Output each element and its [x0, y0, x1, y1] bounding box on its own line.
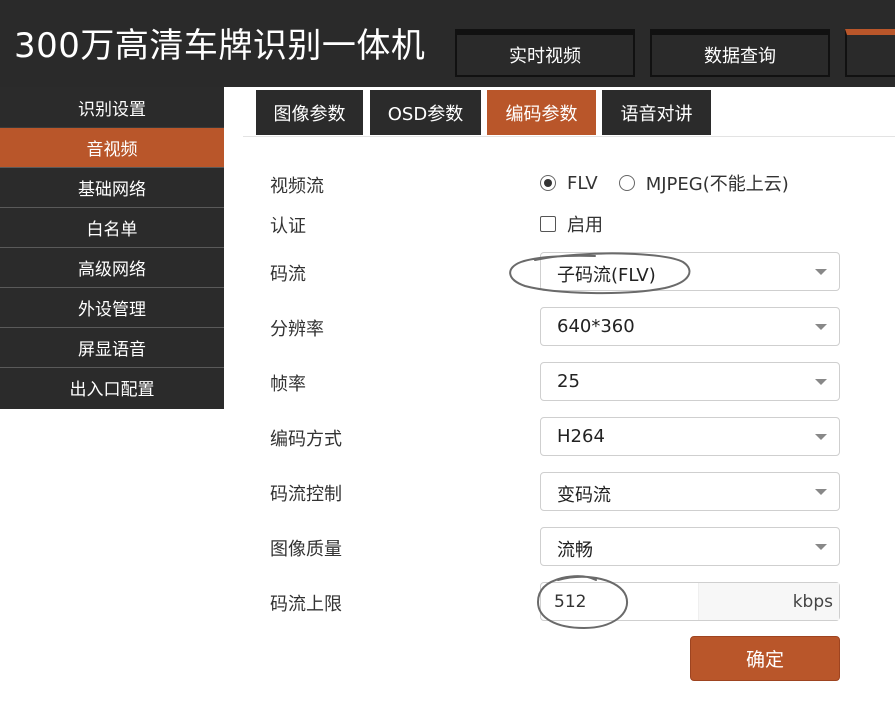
- tab-voice-intercom[interactable]: 语音对讲: [602, 90, 711, 135]
- sidebar-item-whitelist[interactable]: 白名单: [0, 207, 224, 247]
- sidebar-item-entrance-exit-config[interactable]: 出入口配置: [0, 367, 224, 407]
- sidebar-item-screen-voice[interactable]: 屏显语音: [0, 327, 224, 367]
- chevron-down-icon: [815, 379, 827, 385]
- nav-live-video-button[interactable]: 实时视频: [455, 29, 635, 77]
- chevron-down-icon: [815, 434, 827, 440]
- enable-auth-label[interactable]: 启用: [567, 211, 603, 237]
- flv-radio[interactable]: [540, 175, 556, 191]
- chevron-down-icon: [815, 269, 827, 275]
- video-stream-label: 视频流: [270, 176, 324, 197]
- rate-control-select-value: 变码流: [557, 485, 611, 506]
- stream-label: 码流: [270, 264, 306, 285]
- sidebar-item-advanced-network[interactable]: 高级网络: [0, 247, 224, 287]
- sidebar-item-peripheral-management[interactable]: 外设管理: [0, 287, 224, 327]
- sidebar-item-basic-network[interactable]: 基础网络: [0, 167, 224, 207]
- chevron-down-icon: [815, 489, 827, 495]
- top-header: 300万高清车牌识别一体机 实时视频 数据查询: [0, 0, 895, 87]
- resolution-select[interactable]: 640*360: [540, 307, 840, 346]
- enable-auth-checkbox[interactable]: [540, 216, 556, 232]
- bitrate-unit: kbps: [792, 592, 833, 612]
- frame-rate-label: 帧率: [270, 374, 306, 395]
- tab-encoding-params[interactable]: 编码参数: [487, 90, 596, 135]
- tab-osd-params[interactable]: OSD参数: [370, 90, 481, 135]
- video-stream-radio-group: FLV MJPEG(不能上云): [540, 170, 789, 196]
- chevron-down-icon: [815, 324, 827, 330]
- resolution-label: 分辨率: [270, 319, 324, 340]
- auth-label: 认证: [270, 216, 306, 237]
- stream-select-value: 子码流(FLV): [557, 265, 656, 286]
- image-quality-select-value: 流畅: [557, 540, 593, 561]
- flv-radio-label[interactable]: FLV: [567, 173, 598, 194]
- tab-bar: 图像参数 OSD参数 编码参数 语音对讲: [243, 87, 895, 137]
- rate-control-select[interactable]: 变码流: [540, 472, 840, 511]
- sidebar-item-audio-video[interactable]: 音视频: [0, 127, 224, 167]
- frame-rate-select[interactable]: 25: [540, 362, 840, 401]
- app-title: 300万高清车牌识别一体机: [14, 26, 426, 66]
- encoding-label: 编码方式: [270, 429, 342, 450]
- auth-checkbox-row: 启用: [540, 211, 603, 237]
- image-quality-select[interactable]: 流畅: [540, 527, 840, 566]
- mjpeg-radio[interactable]: [618, 175, 635, 191]
- rate-control-label: 码流控制: [270, 484, 342, 505]
- sidebar: 识别设置 音视频 基础网络 白名单 高级网络 外设管理 屏显语音 出入口配置: [0, 87, 224, 409]
- bitrate-unit-addon: kbps: [698, 583, 839, 620]
- sidebar-item-recognition-settings[interactable]: 识别设置: [0, 87, 224, 127]
- bitrate-limit-group: kbps: [540, 582, 840, 621]
- nav-settings-button[interactable]: [845, 29, 895, 77]
- image-quality-label: 图像质量: [270, 539, 342, 560]
- resolution-select-value: 640*360: [557, 316, 635, 337]
- chevron-down-icon: [815, 544, 827, 550]
- bitrate-limit-input[interactable]: [542, 584, 697, 619]
- frame-rate-select-value: 25: [557, 371, 580, 392]
- bitrate-limit-label: 码流上限: [270, 594, 342, 615]
- encoding-select[interactable]: H264: [540, 417, 840, 456]
- tab-image-params[interactable]: 图像参数: [256, 90, 363, 135]
- encoding-select-value: H264: [557, 426, 605, 447]
- stream-select[interactable]: 子码流(FLV): [540, 252, 840, 291]
- nav-data-query-button[interactable]: 数据查询: [650, 29, 830, 77]
- mjpeg-radio-label[interactable]: MJPEG(不能上云): [646, 170, 789, 196]
- confirm-button[interactable]: 确定: [690, 636, 840, 681]
